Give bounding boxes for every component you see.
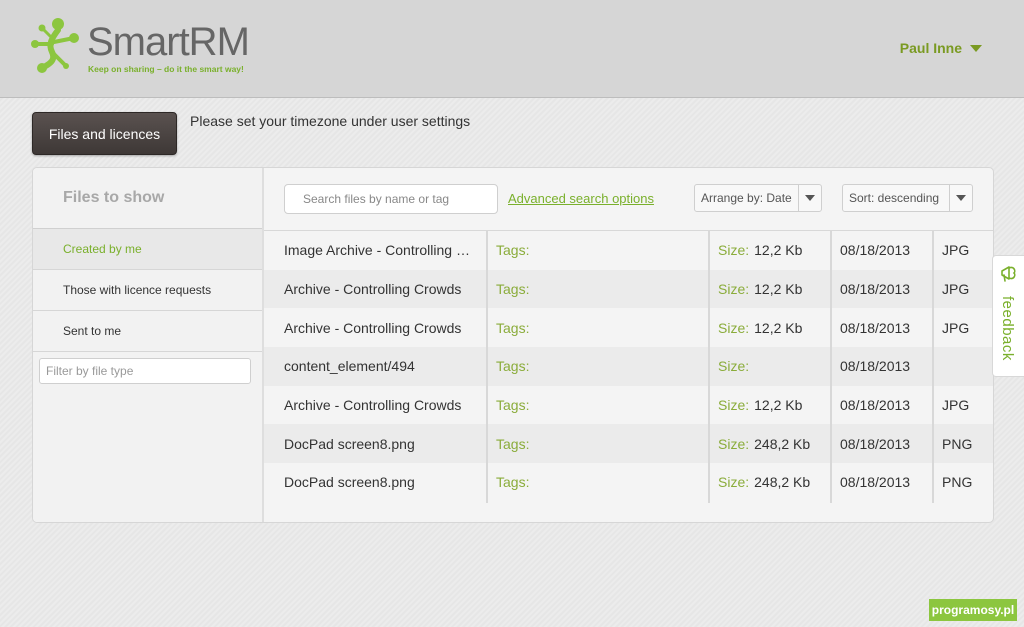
file-date: 08/18/2013 (840, 435, 911, 452)
size-label: Size: (718, 242, 750, 259)
logo[interactable]: SmartRM Keep on sharing – do it the smar… (30, 16, 260, 80)
file-type: PNG (942, 435, 973, 452)
size-label: Size: (718, 281, 750, 298)
search-input[interactable] (284, 184, 498, 214)
file-name: content_element/494 (284, 358, 415, 375)
file-row[interactable]: DocPad screen8.png Tags: Size: 248,2 Kb 0… (264, 463, 993, 502)
logo-text: SmartRM (87, 20, 250, 64)
file-date: 08/18/2013 (840, 281, 911, 298)
size-label: Size: (718, 358, 750, 375)
file-name: Archive - Controlling Crowds (284, 397, 462, 414)
size-label: Size: (718, 319, 750, 336)
advanced-search-link[interactable]: Advanced search options (508, 191, 654, 206)
column-divider (830, 231, 832, 503)
sidebar-item-created-by-me[interactable]: Created by me (33, 229, 262, 270)
sort-dropdown-icon (949, 185, 972, 211)
search-toolbar: Advanced search options Arrange by: Date… (264, 168, 993, 231)
column-divider (486, 231, 488, 503)
sidebar-title: Files to show (33, 168, 262, 229)
file-row[interactable]: Archive - Controlling Crowds Tags: Size:… (264, 385, 993, 425)
file-tags: Tags: (496, 319, 530, 336)
size-label: Size: (718, 397, 750, 414)
sort-select-label: Sort: descending (849, 191, 940, 205)
file-date: 08/18/2013 (840, 242, 911, 259)
sidebar: Files to show Created by me Those with l… (33, 168, 264, 522)
user-menu[interactable]: Paul Inne (900, 40, 982, 56)
file-date: 08/18/2013 (840, 397, 911, 414)
megaphone-icon (1001, 266, 1016, 282)
column-divider (708, 231, 710, 503)
file-type-filter-input[interactable] (39, 358, 251, 384)
file-tags: Tags: (496, 281, 530, 298)
arrange-select-label: Arrange by: Date (701, 191, 792, 205)
sidebar-item-sent-to-me[interactable]: Sent to me (33, 311, 262, 352)
file-type: JPG (942, 319, 970, 336)
file-date: 08/18/2013 (840, 319, 911, 336)
size-label: Size: (718, 435, 750, 452)
file-rows: Image Archive - Controlling Crowds Tags:… (264, 231, 993, 502)
file-row[interactable]: DocPad screen8.png Tags: Size: 248,2 Kb 0… (264, 424, 993, 464)
caret-down-icon (970, 44, 982, 52)
file-size: 248,2 Kb (754, 474, 811, 491)
file-tags: Tags: (496, 358, 530, 375)
arrange-select[interactable]: Arrange by: Date (694, 184, 822, 212)
file-row[interactable]: Image Archive - Controlling Crowds Tags:… (264, 231, 993, 270)
file-size: 12,2 Kb (754, 319, 803, 336)
file-size: 12,2 Kb (754, 242, 803, 259)
file-tags: Tags: (496, 435, 530, 452)
file-tags: Tags: (496, 242, 530, 259)
file-type: JPG (942, 242, 970, 259)
sort-select[interactable]: Sort: descending (842, 184, 973, 212)
feedback-tab[interactable]: feedback (992, 255, 1024, 377)
file-date: 08/18/2013 (840, 474, 911, 491)
file-size: 248,2 Kb (754, 435, 811, 452)
timezone-notice: Please set your timezone under user sett… (190, 113, 471, 129)
file-row[interactable]: Archive - Controlling Crowds Tags: Size:… (264, 269, 993, 309)
file-tags: Tags: (496, 397, 530, 414)
file-type: PNG (942, 474, 973, 491)
file-type: JPG (942, 397, 970, 414)
feedback-label: feedback (999, 296, 1016, 361)
file-name: DocPad screen8.png (284, 435, 415, 452)
file-tags: Tags: (496, 474, 530, 491)
file-date: 08/18/2013 (840, 358, 911, 375)
file-list-area: Advanced search options Arrange by: Date… (264, 168, 993, 522)
watermark-badge: programosy.pl (929, 599, 1017, 621)
file-name: Archive - Controlling Crowds (284, 281, 462, 298)
logo-tagline: Keep on sharing – do it the smart way! (88, 64, 244, 74)
file-row[interactable]: content_element/494 Tags: Size: 08/18/20… (264, 347, 993, 386)
file-name: DocPad screen8.png (284, 474, 415, 491)
file-size: 12,2 Kb (754, 397, 803, 414)
file-type: JPG (942, 281, 970, 298)
files-panel: Files to show Created by me Those with l… (32, 167, 994, 523)
file-size: 12,2 Kb (754, 281, 803, 298)
app-header: SmartRM Keep on sharing – do it the smar… (0, 0, 1024, 98)
user-name: Paul Inne (899, 40, 962, 56)
file-type (942, 347, 982, 386)
file-name: Image Archive - Controlling Crowds (284, 242, 474, 259)
arrange-dropdown-icon (798, 185, 821, 211)
sidebar-item-licence-requests[interactable]: Those with licence requests (33, 270, 262, 311)
files-and-licences-button[interactable]: Files and licences (32, 112, 177, 155)
column-divider (932, 231, 934, 503)
logo-figure-icon (31, 18, 79, 73)
file-row[interactable]: Archive - Controlling Crowds Tags: Size:… (264, 308, 993, 348)
file-name: Archive - Controlling Crowds (284, 319, 462, 336)
size-label: Size: (718, 474, 750, 491)
